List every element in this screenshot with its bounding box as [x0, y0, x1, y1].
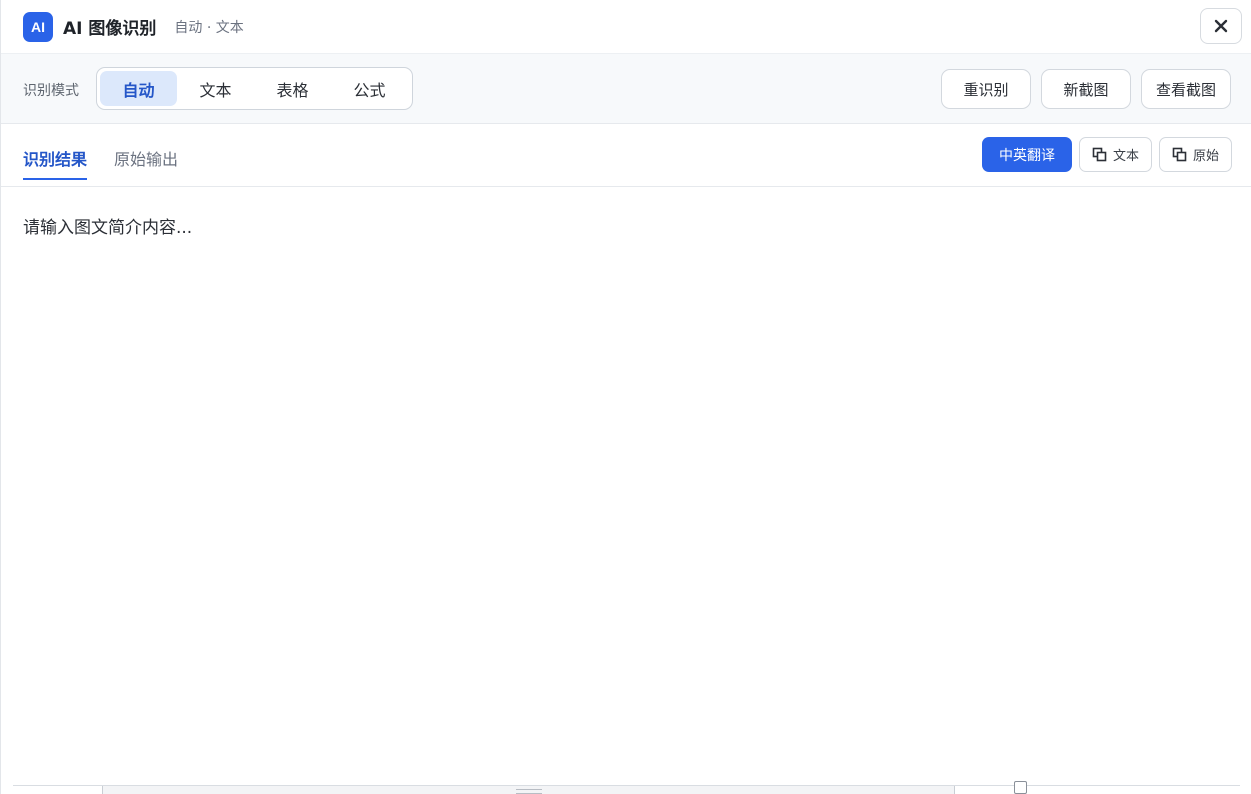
copy-raw-label: 原始 [1192, 149, 1219, 164]
translate-button[interactable]: 中英翻译 [982, 137, 1072, 172]
copy-icon [1172, 147, 1187, 162]
ocr-window: AI AI 图像识别 自动 · 文本 识别模式 自动 文本 表格 公式 重识别 … [0, 0, 1251, 794]
tab-result[interactable]: 识别结果 [23, 146, 88, 180]
close-icon [1214, 19, 1228, 33]
mode-formula[interactable]: 公式 [331, 71, 408, 106]
app-subtitle: 自动 · 文本 [174, 19, 244, 36]
mode-auto[interactable]: 自动 [100, 71, 177, 106]
copy-raw-button[interactable]: 原始 [1159, 137, 1232, 172]
mode-table[interactable]: 表格 [254, 71, 331, 106]
result-text-editor[interactable]: 请输入图文简介内容... [23, 213, 1223, 238]
mode-segmented-control: 自动 文本 表格 公式 [96, 67, 413, 110]
copy-text-button[interactable]: 文本 [1079, 137, 1152, 172]
background-checkbox [1014, 781, 1027, 794]
app-title: AI 图像识别 [63, 19, 157, 39]
new-capture-button[interactable]: 新截图 [1041, 69, 1131, 109]
mode-text[interactable]: 文本 [177, 71, 254, 106]
result-content-area[interactable]: 请输入图文简介内容... [1, 187, 1251, 773]
mode-label: 识别模式 [23, 83, 79, 99]
tab-bar: 识别结果 原始输出 中英翻译 文本 原始 [1, 124, 1251, 187]
app-logo-icon: AI [23, 11, 53, 42]
copy-text-label: 文本 [1112, 149, 1139, 164]
title-bar: AI AI 图像识别 自动 · 文本 [1, 0, 1251, 54]
rerecognize-button[interactable]: 重识别 [941, 69, 1031, 109]
copy-icon [1092, 147, 1107, 162]
close-button[interactable] [1200, 8, 1242, 44]
background-window-strip [1, 773, 1251, 794]
tab-raw-output[interactable]: 原始输出 [114, 146, 178, 178]
resize-grip-icon[interactable] [516, 789, 542, 794]
view-capture-button[interactable]: 查看截图 [1141, 69, 1231, 109]
mode-bar: 识别模式 自动 文本 表格 公式 重识别 新截图 查看截图 [1, 54, 1251, 124]
